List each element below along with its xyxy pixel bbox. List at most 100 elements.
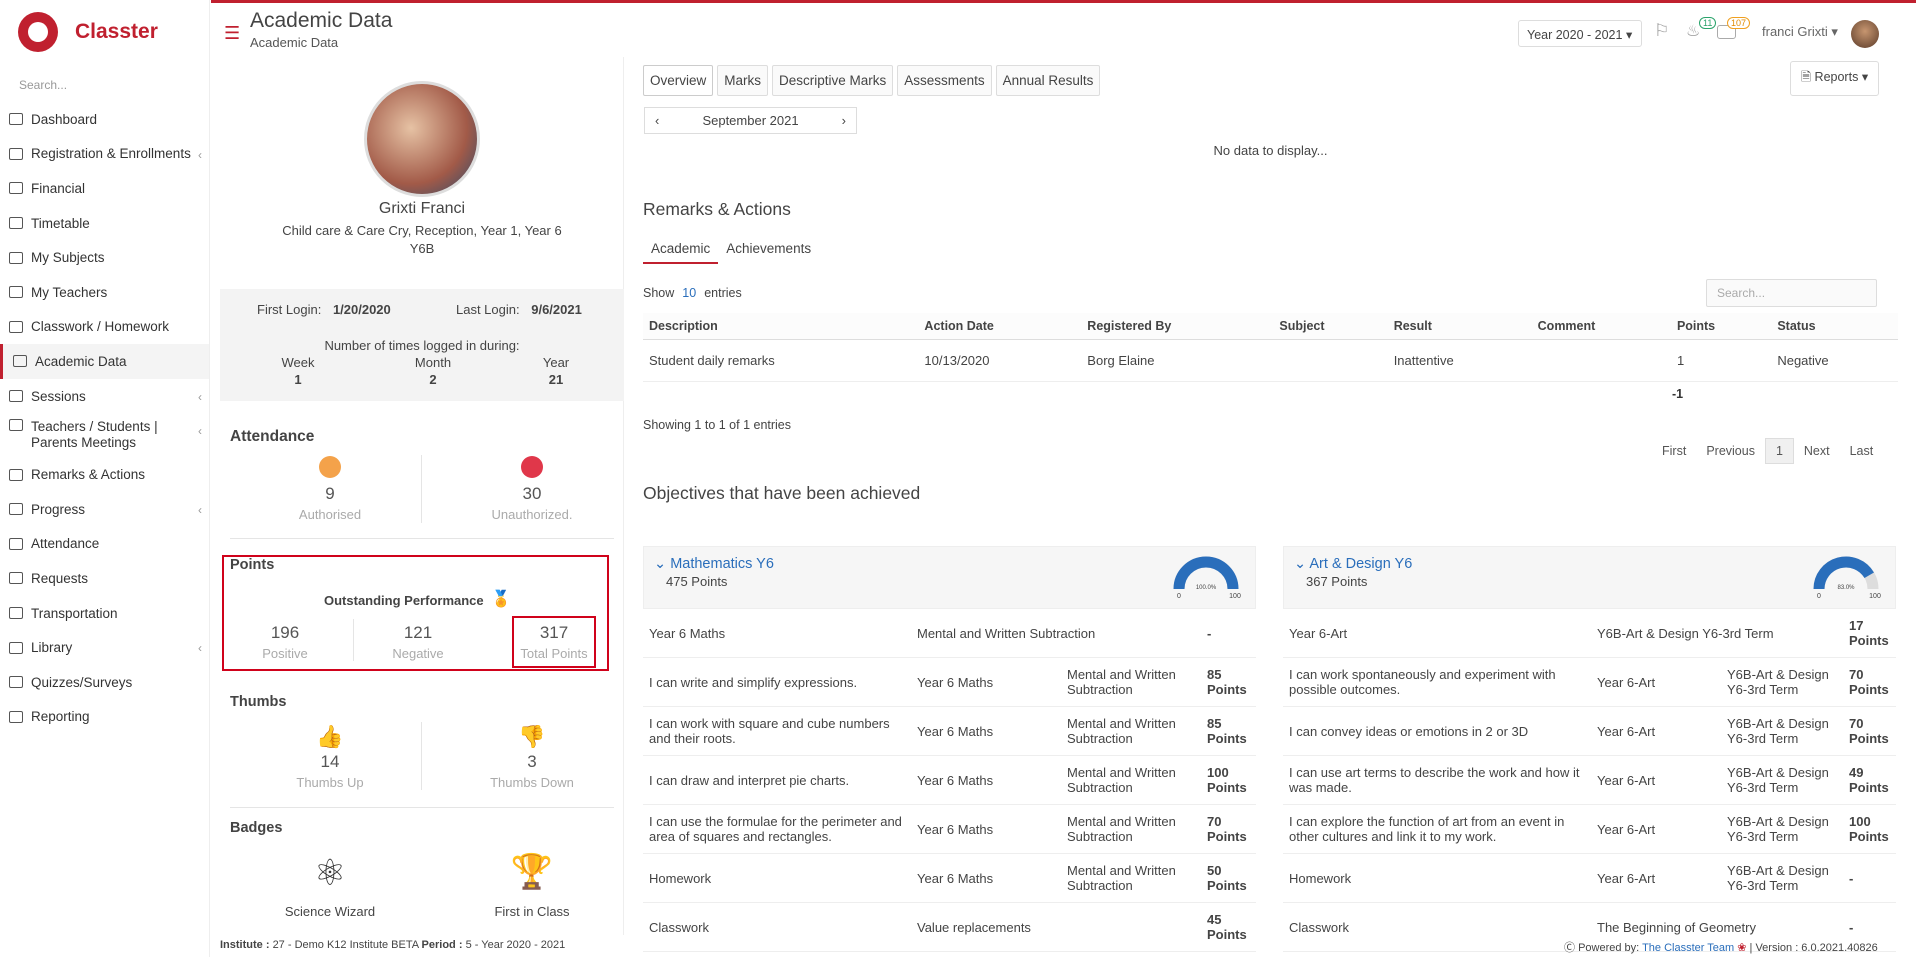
objective-cell: Year 6 Maths (917, 723, 994, 739)
column-header[interactable]: Action Date (918, 313, 1082, 340)
column-header[interactable]: Status (1771, 313, 1898, 340)
column-header[interactable]: Description (643, 313, 919, 340)
entries-select[interactable]: 10 (682, 286, 696, 300)
sidebar-item-label: Reporting (31, 709, 90, 725)
objective-cell: 70 Points (1207, 814, 1247, 844)
table-search-input[interactable]: Search... (1706, 279, 1877, 307)
sidebar-item-teachers-students-parents-meetings[interactable]: Teachers / Students | Parents Meetings ‹ (0, 413, 209, 457)
reports-button[interactable]: 🗎 Reports ▾ (1790, 61, 1880, 96)
column-header[interactable]: Registered By (1081, 313, 1274, 340)
sidebar-item-my-subjects[interactable]: My Subjects (0, 240, 209, 275)
sidebar-item-financial[interactable]: Financial (0, 171, 209, 206)
chevron-down-icon: ⌄ (1294, 556, 1310, 572)
sidebar-item-label: Requests (31, 570, 89, 586)
gauge-min: 0 (1177, 593, 1181, 599)
caret-down-icon: ▾ (1831, 24, 1838, 39)
objective-group-points: 367 Points (1306, 574, 1368, 589)
column-header[interactable]: Subject (1273, 313, 1388, 340)
sidebar-search-input[interactable]: Search... (0, 64, 209, 102)
student-class: Y6B (409, 241, 435, 256)
flag-icon[interactable]: ⚐ (1654, 21, 1676, 41)
objective-cell: 85 Points (1207, 716, 1247, 746)
objective-cell: Mental and Written Subtraction (1067, 863, 1176, 893)
footer-powered: Ⓒ Powered by: The Classter Team ❀ | Vers… (1564, 939, 1878, 955)
book-icon (9, 251, 23, 264)
attendance-title: Attendance (230, 428, 315, 445)
sidebar-item-quizzes-surveys[interactable]: Quizzes/Surveys (0, 665, 209, 700)
caret-down-icon: ▾ (1861, 70, 1869, 84)
sidebar-item-my-teachers[interactable]: My Teachers (0, 275, 209, 310)
sidebar-item-timetable[interactable]: Timetable (0, 206, 209, 241)
sidebar-item-label: Progress (31, 501, 86, 517)
sidebar-item-transportation[interactable]: Transportation (0, 596, 209, 631)
institute-label: Institute : (220, 939, 270, 951)
tab-descriptive-marks[interactable]: Descriptive Marks (772, 65, 894, 96)
pager-last[interactable]: Last (1840, 438, 1884, 464)
tab-overview[interactable]: Overview (643, 65, 714, 96)
menu-toggle-icon[interactable]: ☰ (224, 23, 240, 44)
objective-group-title[interactable]: ⌄ Art & Design Y6 (1294, 556, 1412, 572)
objective-group-title[interactable]: ⌄ Mathematics Y6 (654, 556, 774, 572)
coins-icon (9, 182, 23, 195)
breadcrumb: Academic Data (250, 35, 339, 50)
objective-row: I can write and simplify expressions. Yea… (643, 658, 1256, 707)
objective-cell: I can explore the function of art from a… (1289, 814, 1565, 844)
objective-cell: 17 Points (1849, 618, 1889, 648)
user-avatar[interactable] (1851, 20, 1879, 48)
attendance-authorised[interactable]: 9 Authorised (245, 456, 415, 522)
objective-group-header[interactable]: ⌄ Mathematics Y6 475 Points 100.0% 0 100 (643, 546, 1256, 609)
objective-group-header[interactable]: ⌄ Art & Design Y6 367 Points 83.0% 0 100 (1283, 546, 1896, 609)
sidebar-item-attendance[interactable]: Attendance (0, 527, 209, 562)
total-points-label: Total Points (520, 646, 588, 661)
objective-cell: I can draw and interpret pie charts. (649, 772, 850, 788)
pagination: First Previous 1 Next Last (1652, 438, 1883, 464)
table-cell: Inattentive (1387, 339, 1532, 382)
tab-assessments[interactable]: Assessments (897, 65, 992, 96)
objective-cell: 70 Points (1849, 667, 1889, 697)
attendance-unauthorized[interactable]: 30 Unauthorized. (447, 456, 617, 522)
classter-team-link[interactable]: The Classter Team (1642, 942, 1734, 954)
chevron-left-icon[interactable]: ‹ (655, 113, 659, 128)
pager-previous[interactable]: Previous (1696, 438, 1765, 464)
user-menu[interactable]: franci Grixti ▾ (1762, 24, 1838, 40)
column-header[interactable]: Comment (1531, 313, 1671, 340)
pager-first[interactable]: First (1652, 438, 1696, 464)
users-icon (9, 390, 23, 403)
sidebar-item-remarks-actions[interactable]: Remarks & Actions (0, 457, 209, 492)
sidebar-item-registration-enrollments[interactable]: Registration & Enrollments ‹ (0, 137, 209, 172)
year-select[interactable]: Year 2020 - 2021 ▾ (1518, 20, 1642, 47)
divider (230, 807, 614, 808)
tab-academic[interactable]: Academic (643, 235, 719, 264)
objective-cell: 49 Points (1849, 765, 1889, 795)
sidebar-item-academic-data[interactable]: Academic Data (0, 344, 209, 379)
gauge-min: 0 (1817, 593, 1821, 599)
atom-icon: ⚛ (313, 852, 347, 893)
objective-cell: I can work with square and cube numbers … (649, 716, 890, 746)
sidebar-item-dashboard[interactable]: Dashboard (0, 102, 209, 137)
calendar-icon (9, 217, 23, 230)
column-header[interactable]: Result (1387, 313, 1532, 340)
tab-marks[interactable]: Marks (717, 65, 769, 96)
tab-achievements[interactable]: Achievements (718, 235, 819, 264)
sidebar-item-library[interactable]: Library ‹ (0, 630, 209, 665)
pager-next[interactable]: Next (1794, 438, 1840, 464)
notification-count-badge: 11 (1699, 17, 1717, 29)
points-title: Points (230, 557, 275, 573)
objective-cell: 100 Points (1207, 765, 1247, 795)
objective-cell: Year 6-Art (1597, 821, 1656, 837)
tab-annual-results[interactable]: Annual Results (995, 65, 1101, 96)
sidebar-item-progress[interactable]: Progress ‹ (0, 492, 209, 527)
sidebar-item-classwork-homework[interactable]: Classwork / Homework (0, 310, 209, 345)
sidebar-item-sessions[interactable]: Sessions ‹ (0, 379, 209, 414)
sidebar-item-label: Financial (31, 180, 86, 196)
sidebar-item-requests[interactable]: Requests (0, 561, 209, 596)
objective-row: Year 6-Art Y6B-Art & Design Y6-3rd Term 17… (1283, 609, 1896, 658)
objective-row: I can convey ideas or emotions in 2 or 3… (1283, 707, 1896, 756)
sidebar-item-reporting[interactable]: Reporting (0, 700, 209, 735)
pager-page[interactable]: 1 (1764, 438, 1794, 464)
app-logo[interactable]: Classter (0, 0, 209, 64)
column-header[interactable]: Points (1670, 313, 1772, 340)
chevron-right-icon[interactable]: › (842, 113, 846, 128)
remarks-title: Remarks & Actions (643, 199, 791, 219)
reports-label: Reports (1814, 70, 1859, 84)
